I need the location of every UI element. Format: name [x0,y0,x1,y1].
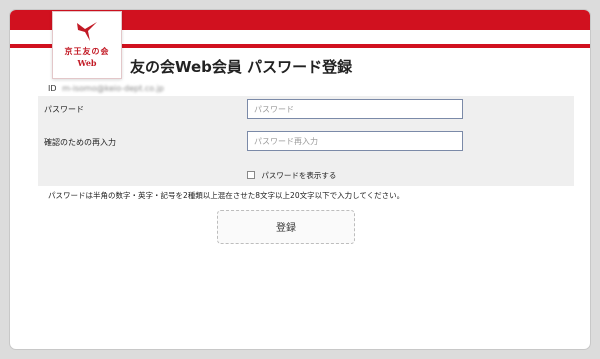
logo-name: 京王友の会 [64,46,110,56]
password-label: パスワード [44,105,84,114]
show-password-toggle[interactable]: パスワードを表示する [247,170,336,181]
page-title: 友の会Web会員 パスワード登録 [130,58,353,76]
screenshot-frame: 京王友の会 Web 友の会Web会員 パスワード登録 ID m-isomo@ke… [0,0,600,359]
password-input[interactable] [247,99,463,119]
password-rule-hint: パスワードは半角の数字・英字・記号を2種類以上混在させた8文字以上20文字以下で… [48,191,405,200]
password-form-panel: パスワード 確認のための再入力 パスワードを表示する [38,96,574,186]
register-button[interactable]: 登録 [217,210,355,244]
bird-logo-icon [77,22,97,41]
logo-sub: Web [77,58,97,68]
confirm-password-input[interactable] [247,131,463,151]
user-id-line: ID m-isomo@keio-dept.co.jp [48,84,164,93]
show-password-checkbox[interactable] [247,171,255,179]
show-password-label: パスワードを表示する [261,171,337,180]
user-id-value: m-isomo@keio-dept.co.jp [62,84,164,93]
page-window: 京王友の会 Web 友の会Web会員 パスワード登録 ID m-isomo@ke… [10,10,590,349]
user-id-label: ID [48,84,57,93]
site-logo[interactable]: 京王友の会 Web [52,11,122,79]
confirm-password-label: 確認のための再入力 [44,138,116,147]
